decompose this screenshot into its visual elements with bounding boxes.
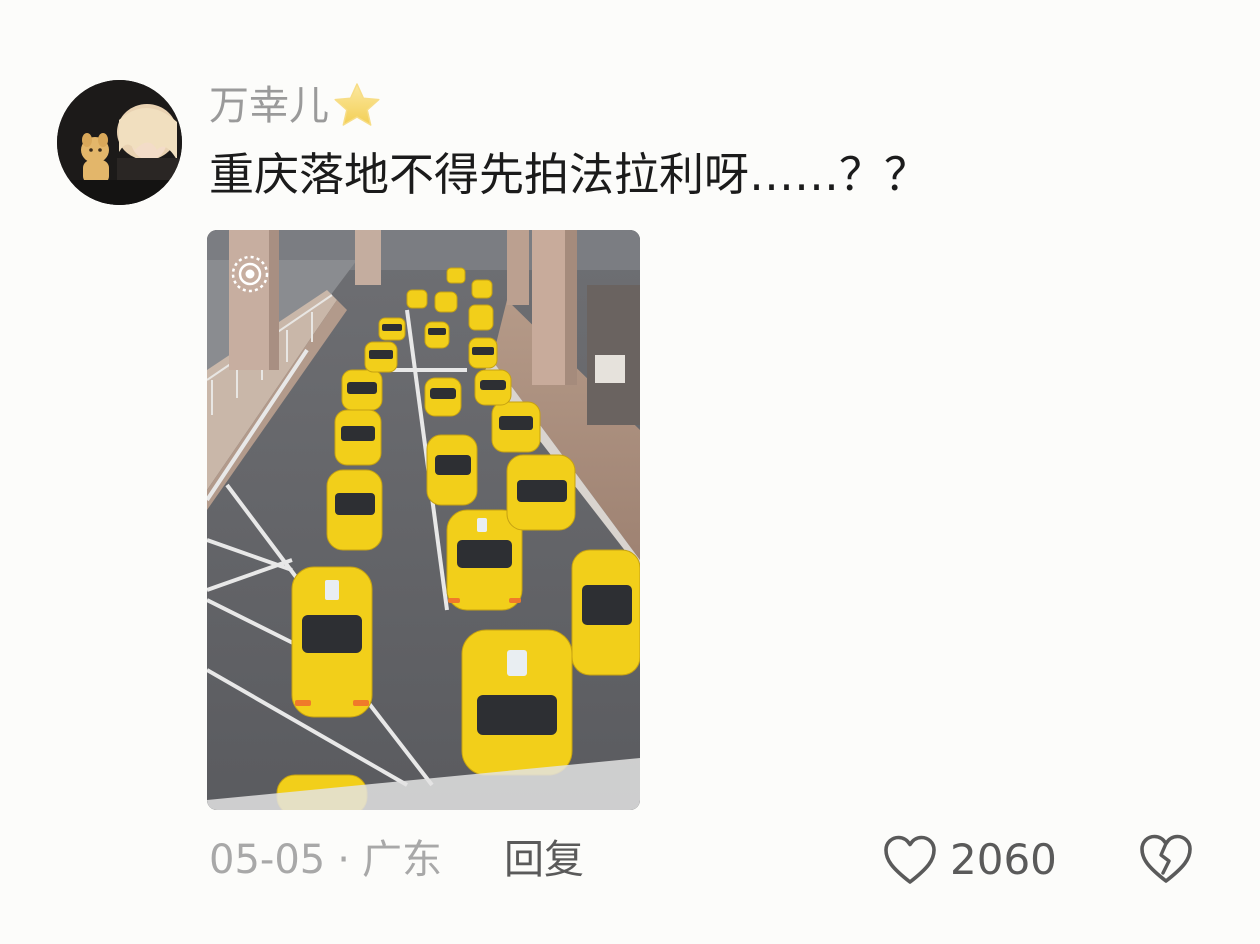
comment-date: 05-05 [209, 837, 326, 883]
taxi-queue-photo[interactable] [207, 230, 640, 810]
username[interactable]: 万幸儿 [209, 86, 329, 126]
live-photo-icon [231, 255, 269, 293]
heart-icon [884, 835, 936, 884]
comment-location: 广东 [361, 837, 442, 883]
avatar-image [57, 80, 182, 205]
comment-card: 万幸儿 重庆落地不得先拍法拉利呀……？？ 05-05 · 广东 回复 2060 [0, 0, 1260, 944]
avatar[interactable] [57, 80, 182, 205]
meta-separator: · [337, 837, 350, 883]
reply-button[interactable]: 回复 [504, 840, 584, 880]
username-row: 万幸儿 [209, 80, 383, 132]
broken-heart-icon[interactable] [1138, 833, 1194, 885]
like-count: 2060 [950, 835, 1057, 884]
photo-image [207, 230, 640, 810]
comment-meta: 05-05 · 广东 回复 [209, 832, 584, 888]
comment-text: 重庆落地不得先拍法拉利呀……？？ [209, 148, 930, 201]
star-badge-icon [334, 83, 380, 126]
like-button[interactable]: 2060 [882, 832, 1057, 888]
